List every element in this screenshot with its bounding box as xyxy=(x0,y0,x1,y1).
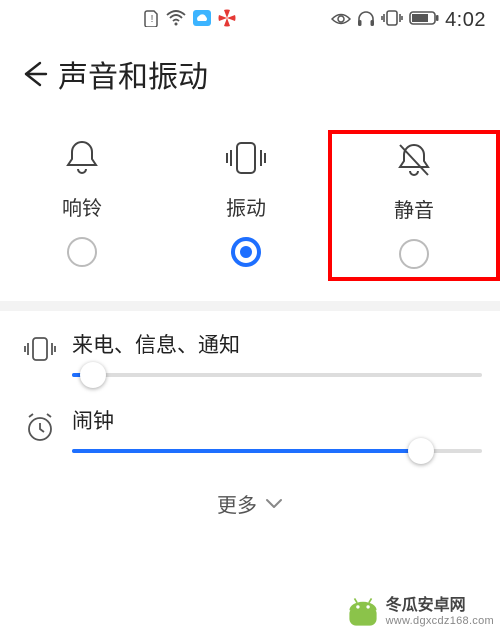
arrow-left-icon xyxy=(20,59,50,89)
vibrate-small-icon xyxy=(18,329,62,363)
slider-row-notify: 来电、信息、通知 xyxy=(18,329,482,377)
mode-ring-label: 响铃 xyxy=(62,192,102,221)
vibrate-status-icon xyxy=(381,9,403,32)
mode-vibrate[interactable]: 振动 xyxy=(164,130,328,281)
clock-text: 4:02 xyxy=(445,9,486,32)
slider-notify-track[interactable] xyxy=(72,373,482,377)
watermark: 冬瓜安卓网 www.dgxcdz168.com xyxy=(346,595,494,629)
cloud-icon xyxy=(192,9,212,32)
mode-ring-radio[interactable] xyxy=(67,237,97,267)
svg-text:!: ! xyxy=(151,14,154,25)
headphones-icon xyxy=(357,9,375,32)
chevron-down-icon xyxy=(265,498,283,510)
slider-alarm-thumb[interactable] xyxy=(408,438,434,464)
watermark-url: www.dgxcdz168.com xyxy=(386,615,494,627)
battery-icon xyxy=(409,10,439,31)
mode-vibrate-radio[interactable] xyxy=(231,237,261,267)
alarm-clock-icon xyxy=(18,405,62,443)
mode-ring[interactable]: 响铃 xyxy=(0,130,164,281)
slider-notify-thumb[interactable] xyxy=(80,362,106,388)
slider-row-alarm: 闹钟 xyxy=(18,405,482,453)
status-right-icons: 4:02 xyxy=(331,9,486,32)
android-icon xyxy=(346,595,380,629)
section-divider xyxy=(0,301,500,311)
mode-mute-label: 静音 xyxy=(394,194,434,223)
more-toggle[interactable]: 更多 xyxy=(0,481,500,524)
bell-icon xyxy=(63,138,101,178)
slider-notify-label: 来电、信息、通知 xyxy=(72,329,482,359)
bell-off-icon xyxy=(394,140,434,180)
mode-mute-radio[interactable] xyxy=(399,239,429,269)
sound-mode-selector: 响铃 振动 静音 xyxy=(0,106,500,301)
mode-mute[interactable]: 静音 xyxy=(328,130,500,281)
huawei-icon xyxy=(218,9,236,32)
mode-vibrate-label: 振动 xyxy=(226,192,266,221)
slider-alarm-label: 闹钟 xyxy=(72,405,482,435)
back-button[interactable] xyxy=(18,57,52,91)
volume-sliders: 来电、信息、通知 闹钟 xyxy=(0,311,500,453)
status-bar: ! 4:02 xyxy=(0,0,500,40)
watermark-title: 冬瓜安卓网 xyxy=(386,597,466,615)
sim-icon: ! xyxy=(144,9,160,32)
page-header: 声音和振动 xyxy=(0,40,500,106)
page-title: 声音和振动 xyxy=(58,52,208,96)
slider-alarm-track[interactable] xyxy=(72,449,482,453)
status-left-icons: ! xyxy=(144,9,236,32)
vibrate-icon xyxy=(222,138,270,178)
wifi-icon xyxy=(166,10,186,31)
more-label: 更多 xyxy=(217,489,257,518)
eye-icon xyxy=(331,10,351,31)
